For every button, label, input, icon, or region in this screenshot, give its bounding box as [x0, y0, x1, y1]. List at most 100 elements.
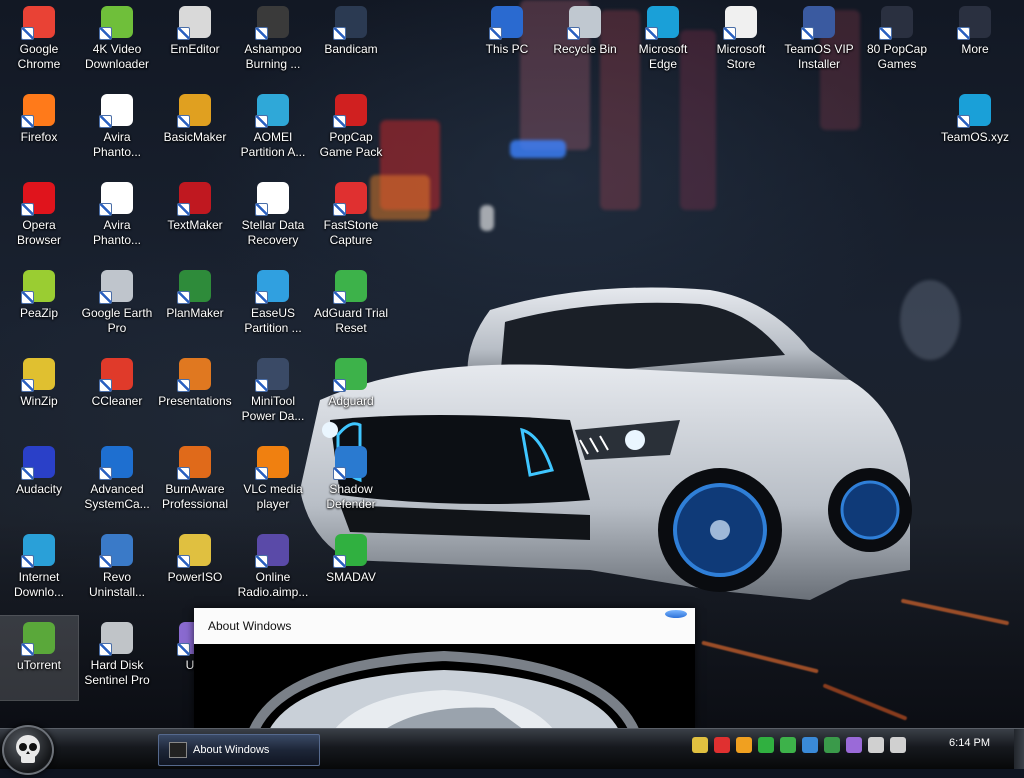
- popcap-games-folder-icon: [879, 6, 913, 40]
- desktop-icon[interactable]: WinZip: [0, 352, 78, 436]
- desktop-icon[interactable]: Hard Disk Sentinel Pro: [78, 616, 156, 700]
- desktop-icon[interactable]: TeamOS VIP Installer: [780, 0, 858, 84]
- revo-uninstaller-icon: [99, 534, 133, 568]
- desktop-icon[interactable]: Recycle Bin: [546, 0, 624, 84]
- desktop-icon[interactable]: Bandicam: [312, 0, 390, 84]
- recycle-bin-icon: [567, 6, 601, 40]
- desktop-icon[interactable]: Google Chrome: [0, 0, 78, 84]
- desktop-icon-label: AOMEI Partition A...: [240, 130, 306, 159]
- faststone-tray-icon[interactable]: [736, 737, 752, 753]
- desktop-icon-label: Avira Phanto...: [92, 130, 142, 159]
- desktop-icon[interactable]: 4K Video Downloader: [78, 0, 156, 84]
- shadow-defender-icon: [333, 446, 367, 480]
- volume-tray-icon[interactable]: [890, 737, 906, 753]
- desktop-icon[interactable]: PowerISO: [156, 528, 234, 612]
- window-title: About Windows: [208, 619, 292, 633]
- clock[interactable]: 6:14 PM: [949, 737, 990, 749]
- adguard-tray-icon[interactable]: [780, 737, 796, 753]
- popcap-icon: [333, 94, 367, 128]
- desktop-icon[interactable]: EmEditor: [156, 0, 234, 84]
- adguard-icon: [333, 358, 367, 392]
- desktop-icon-label: WinZip: [20, 394, 58, 408]
- desktop-icon[interactable]: TeamOS.xyz: [936, 88, 1014, 172]
- desktop-icon[interactable]: Avira Phanto...: [78, 176, 156, 260]
- desktop-icon[interactable]: BasicMaker: [156, 88, 234, 172]
- desktop-icon[interactable]: Shadow Defender: [312, 440, 390, 524]
- desktop-icon-label: Opera Browser: [16, 218, 61, 247]
- desktop-icon-label: EmEditor: [170, 42, 220, 56]
- desktop-icon-label: CCleaner: [91, 394, 143, 408]
- desktop-icon[interactable]: CCleaner: [78, 352, 156, 436]
- desktop-icon[interactable]: SMADAV: [312, 528, 390, 612]
- desktop-icon-label: Microsoft Store: [716, 42, 766, 71]
- network-drive-tray-icon[interactable]: [802, 737, 818, 753]
- desktop-icon[interactable]: Firefox: [0, 88, 78, 172]
- desktop-icon[interactable]: Advanced SystemCa...: [78, 440, 156, 524]
- desktop-icon[interactable]: 80 PopCap Games: [858, 0, 936, 84]
- stellar-recovery-icon: [255, 182, 289, 216]
- desktop-icon[interactable]: MiniTool Power Da...: [234, 352, 312, 436]
- desktop-icon[interactable]: EaseUS Partition ...: [234, 264, 312, 348]
- smadav-tray-icon[interactable]: [758, 737, 774, 753]
- window-control-icon[interactable]: [665, 610, 687, 618]
- desktop-icon[interactable]: BurnAware Professional: [156, 440, 234, 524]
- desktop-icon-label: PopCap Game Pack: [319, 130, 383, 159]
- desktop-icon[interactable]: Opera Browser: [0, 176, 78, 260]
- desktop-icon-label: Revo Uninstall...: [88, 570, 146, 599]
- adguard-reset-icon: [333, 270, 367, 304]
- desktop-icon[interactable]: TextMaker: [156, 176, 234, 260]
- desktop-icon[interactable]: uTorrent: [0, 615, 79, 701]
- opera-icon: [21, 182, 55, 216]
- desktop-icon[interactable]: FastStone Capture: [312, 176, 390, 260]
- desktop-icon[interactable]: PopCap Game Pack: [312, 88, 390, 172]
- about-windows-titlebar[interactable]: About Windows: [194, 608, 695, 644]
- poweriso-icon: [177, 534, 211, 568]
- desktop-icon[interactable]: Microsoft Edge: [624, 0, 702, 84]
- desktop-icon-label: This PC: [485, 42, 529, 56]
- desktop-icon[interactable]: VLC media player: [234, 440, 312, 524]
- chrome-icon: [21, 6, 55, 40]
- desktop-icon-label: Google Earth Pro: [81, 306, 153, 335]
- ashampoo-burning-icon: [255, 6, 289, 40]
- desktop-icon-label: TeamOS VIP Installer: [784, 42, 854, 71]
- feather-tray-icon[interactable]: [846, 737, 862, 753]
- desktop-icon[interactable]: Ashampoo Burning ...: [234, 0, 312, 84]
- desktop-icon[interactable]: This PC: [468, 0, 546, 84]
- desktop-icon[interactable]: Adguard: [312, 352, 390, 436]
- desktop-icon-label: FastStone Capture: [323, 218, 379, 247]
- desktop-icon-label: BasicMaker: [163, 130, 227, 144]
- desktop-icon[interactable]: Stellar Data Recovery: [234, 176, 312, 260]
- google-earth-tray-icon[interactable]: [824, 737, 840, 753]
- aomei-partition-icon: [255, 94, 289, 128]
- poweriso-tray-icon[interactable]: [692, 737, 708, 753]
- desktop-icon-label: PlanMaker: [166, 306, 224, 320]
- minitool-icon: [255, 358, 289, 392]
- desktop-icon[interactable]: More: [936, 0, 1014, 84]
- desktop-icon[interactable]: Microsoft Store: [702, 0, 780, 84]
- desktop-icon[interactable]: PeaZip: [0, 264, 78, 348]
- desktop-icon[interactable]: Google Earth Pro: [78, 264, 156, 348]
- desktop-icon[interactable]: Audacity: [0, 440, 78, 524]
- desktop-icon[interactable]: Online Radio.aimp...: [234, 528, 312, 612]
- about-windows-window[interactable]: About Windows: [194, 608, 695, 730]
- internet-download-manager-icon: [21, 534, 55, 568]
- online-radio-icon: [255, 534, 289, 568]
- emeditor-icon: [177, 6, 211, 40]
- avira-phantom-icon: [99, 94, 133, 128]
- desktop-icon[interactable]: Revo Uninstall...: [78, 528, 156, 612]
- show-desktop-button[interactable]: [1014, 729, 1024, 769]
- desktop-icon[interactable]: Avira Phanto...: [78, 88, 156, 172]
- desktop-icon-label: Ashampoo Burning ...: [244, 42, 302, 71]
- network-tray-icon[interactable]: [868, 737, 884, 753]
- desktop-icon[interactable]: PlanMaker: [156, 264, 234, 348]
- desktop-icon-label: Firefox: [20, 130, 58, 144]
- advanced-systemcare-icon: [99, 446, 133, 480]
- desktop-icon[interactable]: AOMEI Partition A...: [234, 88, 312, 172]
- taskbar-button-about-windows[interactable]: About Windows: [158, 734, 320, 766]
- desktop-icon[interactable]: AdGuard Trial Reset: [312, 264, 390, 348]
- about-windows-content: [194, 644, 695, 730]
- desktop-icon-label: BurnAware Professional: [161, 482, 229, 511]
- desktop-icon[interactable]: Presentations: [156, 352, 234, 436]
- desktop-icon[interactable]: Internet Downlo...: [0, 528, 78, 612]
- avira-tray-icon[interactable]: [714, 737, 730, 753]
